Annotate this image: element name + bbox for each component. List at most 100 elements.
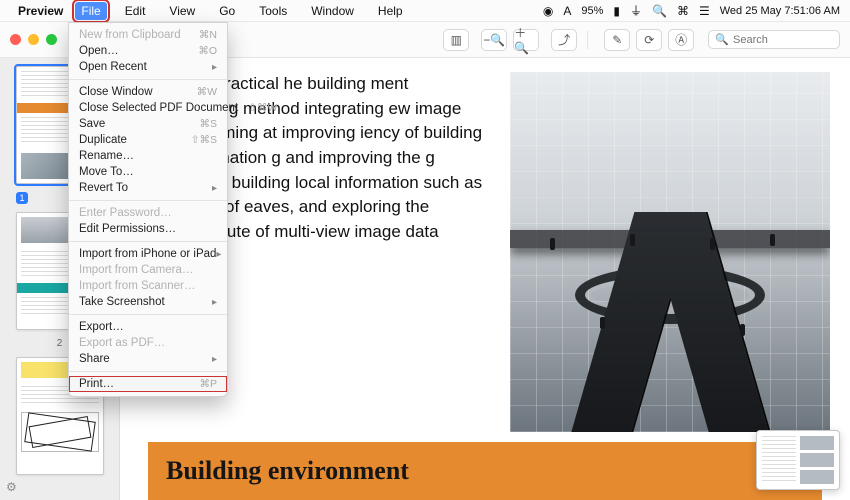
submenu-arrow-icon: ▸: [216, 249, 221, 260]
menu-item-label: Print…: [79, 378, 114, 390]
file-menu-new-from-clipboard: New from Clipboard ⌘N: [69, 27, 227, 43]
sidebar-toggle-button[interactable]: ▥: [443, 29, 469, 51]
share-button[interactable]: ⤴: [551, 29, 577, 51]
menu-item-label: Edit Permissions…: [79, 223, 176, 235]
macos-menubar: Preview File Edit View Go Tools Window H…: [0, 0, 850, 22]
zoom-out-button[interactable]: −🔍: [481, 29, 507, 51]
file-menu-import-from-camera: Import from Camera…: [69, 262, 227, 278]
section-heading: Building environment: [166, 456, 804, 486]
menu-edit[interactable]: Edit: [119, 2, 152, 20]
control-center-icon[interactable]: ⌘: [677, 4, 689, 18]
page-number-label: 2: [57, 338, 63, 349]
menu-window[interactable]: Window: [305, 2, 360, 20]
rotate-button[interactable]: ⟳: [636, 29, 662, 51]
file-menu-close-selected-pdf-document[interactable]: Close Selected PDF Document⇧⌘W: [69, 100, 227, 116]
toolbar-search[interactable]: 🔍: [708, 30, 840, 49]
menu-separator: [69, 371, 227, 372]
file-menu-export[interactable]: Export…: [69, 319, 227, 335]
menubar-datetime[interactable]: Wed 25 May 7:51:06 AM: [720, 5, 840, 17]
menu-item-shortcut: ⌘S: [199, 118, 217, 130]
highlight-button[interactable]: ✎: [604, 29, 630, 51]
file-menu-save[interactable]: Save ⌘S: [69, 116, 227, 132]
menu-item-label: Open…: [79, 45, 119, 57]
battery-percentage: 95%: [581, 5, 603, 17]
wifi-icon[interactable]: ⏚: [630, 2, 642, 19]
siri-icon[interactable]: ◉: [543, 4, 553, 18]
window-minimize-button[interactable]: [28, 34, 39, 45]
submenu-arrow-icon: ▸: [212, 183, 217, 194]
battery-icon: ▮: [613, 4, 620, 18]
menu-item-label: Duplicate: [79, 134, 127, 146]
file-menu-take-screenshot[interactable]: Take Screenshot ▸: [69, 294, 227, 310]
sidebar-settings-icon[interactable]: ⚙: [6, 480, 17, 494]
section-heading-band: Building environment: [148, 442, 822, 500]
menu-item-label: Import from Scanner…: [79, 280, 195, 292]
menu-item-label: Close Window: [79, 86, 153, 98]
menu-item-shortcut: ⌘O: [198, 45, 217, 57]
menu-separator: [69, 79, 227, 80]
app-name[interactable]: Preview: [18, 4, 63, 18]
menu-item-label: Export…: [79, 321, 124, 333]
menu-item-label: Move To…: [79, 166, 134, 178]
menu-item-shortcut: ⌘P: [199, 378, 217, 390]
menu-go[interactable]: Go: [213, 2, 241, 20]
file-menu-open[interactable]: Open… ⌘O: [69, 43, 227, 59]
document-page[interactable]: …ed with practical he building ment info…: [120, 58, 850, 500]
file-menu-import-from-scanner: Import from Scanner…: [69, 278, 227, 294]
menu-item-label: Open Recent: [79, 61, 147, 73]
menu-separator: [69, 241, 227, 242]
menu-tools[interactable]: Tools: [253, 2, 293, 20]
input-source-icon[interactable]: A: [563, 4, 571, 18]
submenu-arrow-icon: ▸: [212, 62, 217, 73]
menu-separator: [69, 314, 227, 315]
menubar-right: ◉ A 95% ▮ ⏚ 🔍 ⌘ ☰ Wed 25 May 7:51:06 AM: [543, 2, 840, 19]
spotlight-icon[interactable]: 🔍: [652, 4, 667, 18]
menu-item-label: Revert To: [79, 182, 128, 194]
menu-item-shortcut: ⇧⌘W: [248, 102, 277, 114]
file-menu-rename[interactable]: Rename…: [69, 148, 227, 164]
markup-button[interactable]: Ⓐ: [668, 29, 694, 51]
menu-view[interactable]: View: [163, 2, 201, 20]
file-menu-enter-password: Enter Password…: [69, 205, 227, 221]
menu-item-label: Share: [79, 353, 110, 365]
submenu-arrow-icon: ▸: [212, 297, 217, 308]
menu-file[interactable]: File: [75, 2, 106, 20]
menu-item-label: Enter Password…: [79, 207, 172, 219]
file-menu-move-to[interactable]: Move To…: [69, 164, 227, 180]
menu-item-label: Import from Camera…: [79, 264, 193, 276]
file-menu-duplicate[interactable]: Duplicate ⇧⌘S: [69, 132, 227, 148]
menu-separator: [69, 200, 227, 201]
menu-item-label: New from Clipboard: [79, 29, 181, 41]
zoom-in-button[interactable]: ＋🔍: [513, 29, 539, 51]
file-menu-close-window[interactable]: Close Window ⌘W: [69, 84, 227, 100]
page-mini-preview[interactable]: [756, 430, 840, 490]
page-badge: 1: [16, 192, 28, 204]
window-close-button[interactable]: [10, 34, 21, 45]
file-menu-edit-permissions[interactable]: Edit Permissions…: [69, 221, 227, 237]
file-menu-export-as-pdf: Export as PDF…: [69, 335, 227, 351]
menu-item-label: Save: [79, 118, 105, 130]
search-input[interactable]: [733, 34, 833, 46]
menu-item-label: Take Screenshot: [79, 296, 165, 308]
file-menu-print[interactable]: Print… ⌘P: [69, 376, 227, 392]
submenu-arrow-icon: ▸: [212, 354, 217, 365]
toolbar-separator: [587, 31, 588, 49]
menu-item-shortcut: ⌘W: [197, 86, 217, 98]
window-zoom-button[interactable]: [46, 34, 57, 45]
menu-item-shortcut: ⇧⌘S: [191, 134, 217, 146]
menu-item-shortcut: ⌘N: [199, 29, 217, 41]
menu-item-label: Import from iPhone or iPad: [79, 248, 216, 260]
hero-photo: [510, 72, 830, 432]
menu-item-label: Close Selected PDF Document: [79, 102, 238, 114]
menu-help[interactable]: Help: [372, 2, 409, 20]
file-menu-open-recent[interactable]: Open Recent ▸: [69, 59, 227, 75]
file-menu-share[interactable]: Share ▸: [69, 351, 227, 367]
menu-item-label: Rename…: [79, 150, 134, 162]
window-traffic-lights: [10, 34, 57, 45]
notification-center-icon[interactable]: ☰: [699, 4, 710, 18]
menu-item-label: Export as PDF…: [79, 337, 165, 349]
file-menu-revert-to[interactable]: Revert To ▸: [69, 180, 227, 196]
file-menu-dropdown: New from Clipboard ⌘N Open… ⌘O Open Recent ▸ C…: [68, 22, 228, 397]
file-menu-import-from-iphone-or-ipad[interactable]: Import from iPhone or iPad▸: [69, 246, 227, 262]
search-icon: 🔍: [715, 33, 729, 46]
